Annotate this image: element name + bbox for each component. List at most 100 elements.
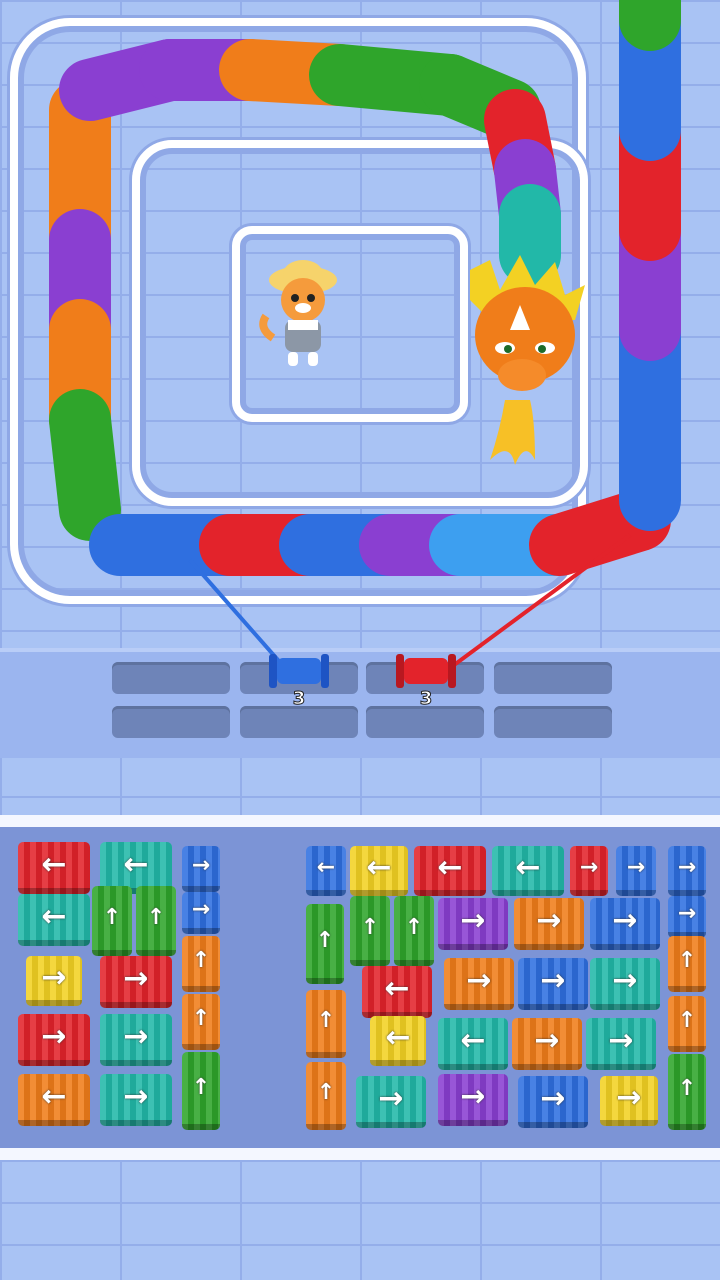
- orange-yarn-block[interactable]: →: [444, 958, 514, 1010]
- green-yarn-block[interactable]: ↑: [92, 886, 132, 956]
- arrow-up-icon: ↑: [315, 928, 335, 953]
- green-yarn-block[interactable]: ↑: [350, 896, 390, 966]
- green-yarn-block[interactable]: ↑: [306, 904, 344, 984]
- bottom-brick-wall: [0, 1160, 720, 1280]
- blue-yarn-block[interactable]: →: [590, 898, 660, 950]
- arrow-right-icon: →: [41, 960, 67, 995]
- arrow-right-icon: →: [616, 1080, 642, 1115]
- arrow-right-icon: →: [540, 963, 566, 998]
- arrow-right-icon: →: [460, 903, 486, 938]
- arrow-left-icon: ←: [316, 855, 336, 880]
- arrow-right-icon: →: [677, 901, 697, 926]
- arrow-right-icon: →: [123, 961, 149, 996]
- arrow-left-icon: ←: [437, 850, 463, 885]
- red-yarn-block[interactable]: →: [570, 846, 608, 896]
- orange-yarn-block[interactable]: →: [514, 898, 584, 950]
- blue-yarn-block[interactable]: →: [518, 958, 588, 1010]
- red-yarn-block[interactable]: →: [100, 956, 172, 1008]
- orange-yarn-block[interactable]: ↑: [668, 936, 706, 992]
- orange-yarn-block[interactable]: →: [512, 1018, 582, 1070]
- teal-yarn-block[interactable]: ←: [438, 1018, 508, 1070]
- blue-yarn-block[interactable]: →: [182, 892, 220, 934]
- arrow-left-icon: ←: [385, 1020, 411, 1055]
- yarn-threads: [188, 533, 632, 670]
- arrow-up-icon: ↑: [360, 915, 380, 940]
- teal-yarn-block[interactable]: ←: [18, 894, 90, 946]
- spool-icon: [396, 654, 456, 688]
- yellow-yarn-block[interactable]: ←: [370, 1016, 426, 1066]
- arrow-right-icon: →: [534, 1023, 560, 1058]
- arrow-up-icon: ↑: [677, 948, 697, 973]
- arrow-right-icon: →: [608, 1023, 634, 1058]
- arrow-right-icon: →: [41, 1019, 67, 1054]
- arrow-left-icon: ←: [460, 1023, 486, 1058]
- green-yarn-block[interactable]: ↑: [136, 886, 176, 956]
- arrow-right-icon: →: [191, 853, 211, 878]
- arrow-right-icon: →: [123, 1079, 149, 1114]
- spool-blue[interactable]: 3: [265, 650, 333, 710]
- orange-yarn-block[interactable]: ↑: [306, 990, 346, 1058]
- blue-yarn-block[interactable]: ←: [306, 846, 346, 896]
- blue-yarn-block[interactable]: →: [668, 896, 706, 938]
- arrow-up-icon: ↑: [102, 905, 122, 930]
- teal-yarn-block[interactable]: ←: [492, 846, 564, 896]
- green-yarn-block[interactable]: ↑: [668, 1054, 706, 1130]
- blue-yarn-block[interactable]: →: [182, 846, 220, 892]
- arrow-up-icon: ↑: [146, 905, 166, 930]
- arrow-right-icon: →: [612, 963, 638, 998]
- arrow-right-icon: →: [579, 855, 599, 880]
- teal-yarn-block[interactable]: →: [100, 1074, 172, 1126]
- arrow-left-icon: ←: [41, 1079, 67, 1114]
- spool-count: 3: [292, 688, 306, 710]
- arrow-right-icon: →: [466, 963, 492, 998]
- arrow-left-icon: ←: [123, 847, 149, 882]
- orange-yarn-block[interactable]: ↑: [668, 996, 706, 1052]
- spool-count: 3: [419, 688, 433, 710]
- orange-yarn-block[interactable]: ↑: [306, 1062, 346, 1130]
- arrow-left-icon: ←: [384, 971, 410, 1006]
- orange-yarn-block[interactable]: ↑: [182, 994, 220, 1050]
- arrow-up-icon: ↑: [191, 1006, 211, 1031]
- yellow-yarn-block[interactable]: →: [600, 1076, 658, 1126]
- arrow-left-icon: ←: [41, 847, 67, 882]
- arrow-right-icon: →: [626, 855, 646, 880]
- blue-yarn-block[interactable]: →: [668, 846, 706, 896]
- arrow-up-icon: ↑: [191, 1075, 211, 1100]
- arrow-up-icon: ↑: [191, 948, 211, 973]
- red-yarn-block[interactable]: →: [18, 1014, 90, 1066]
- orange-yarn-block[interactable]: ←: [18, 1074, 90, 1126]
- arrow-up-icon: ↑: [404, 915, 424, 940]
- blue-yarn-block[interactable]: →: [518, 1076, 588, 1128]
- teal-yarn-block[interactable]: →: [100, 1014, 172, 1066]
- yellow-yarn-block[interactable]: →: [26, 956, 82, 1006]
- arrow-up-icon: ↑: [316, 1008, 336, 1033]
- arrow-right-icon: →: [536, 903, 562, 938]
- arrow-right-icon: →: [677, 855, 697, 880]
- arrow-up-icon: ↑: [677, 1076, 697, 1101]
- teal-yarn-block[interactable]: →: [586, 1018, 656, 1070]
- teal-yarn-block[interactable]: →: [590, 958, 660, 1010]
- red-yarn-block[interactable]: ←: [414, 846, 486, 896]
- green-yarn-block[interactable]: ↑: [182, 1052, 220, 1130]
- green-yarn-block[interactable]: ↑: [394, 896, 434, 966]
- orange-yarn-block[interactable]: ↑: [182, 936, 220, 992]
- arrow-right-icon: →: [378, 1081, 404, 1116]
- arrow-right-icon: →: [191, 897, 211, 922]
- arrow-left-icon: ←: [366, 850, 392, 885]
- red-yarn-block[interactable]: ←: [18, 842, 90, 894]
- yellow-yarn-block[interactable]: ←: [350, 846, 408, 896]
- arrow-right-icon: →: [460, 1079, 486, 1114]
- arrow-right-icon: →: [123, 1019, 149, 1054]
- teal-yarn-block[interactable]: →: [356, 1076, 426, 1128]
- arrow-up-icon: ↑: [677, 1008, 697, 1033]
- spool-icon: [269, 654, 329, 688]
- arrow-right-icon: →: [540, 1081, 566, 1116]
- middle-brick-wall: [0, 754, 720, 816]
- spool-red[interactable]: 3: [392, 650, 460, 710]
- blue-yarn-block[interactable]: →: [616, 846, 656, 896]
- purple-yarn-block[interactable]: →: [438, 1074, 508, 1126]
- purple-yarn-block[interactable]: →: [438, 898, 508, 950]
- arrow-left-icon: ←: [41, 899, 67, 934]
- arrow-right-icon: →: [612, 903, 638, 938]
- red-yarn-block[interactable]: ←: [362, 966, 432, 1018]
